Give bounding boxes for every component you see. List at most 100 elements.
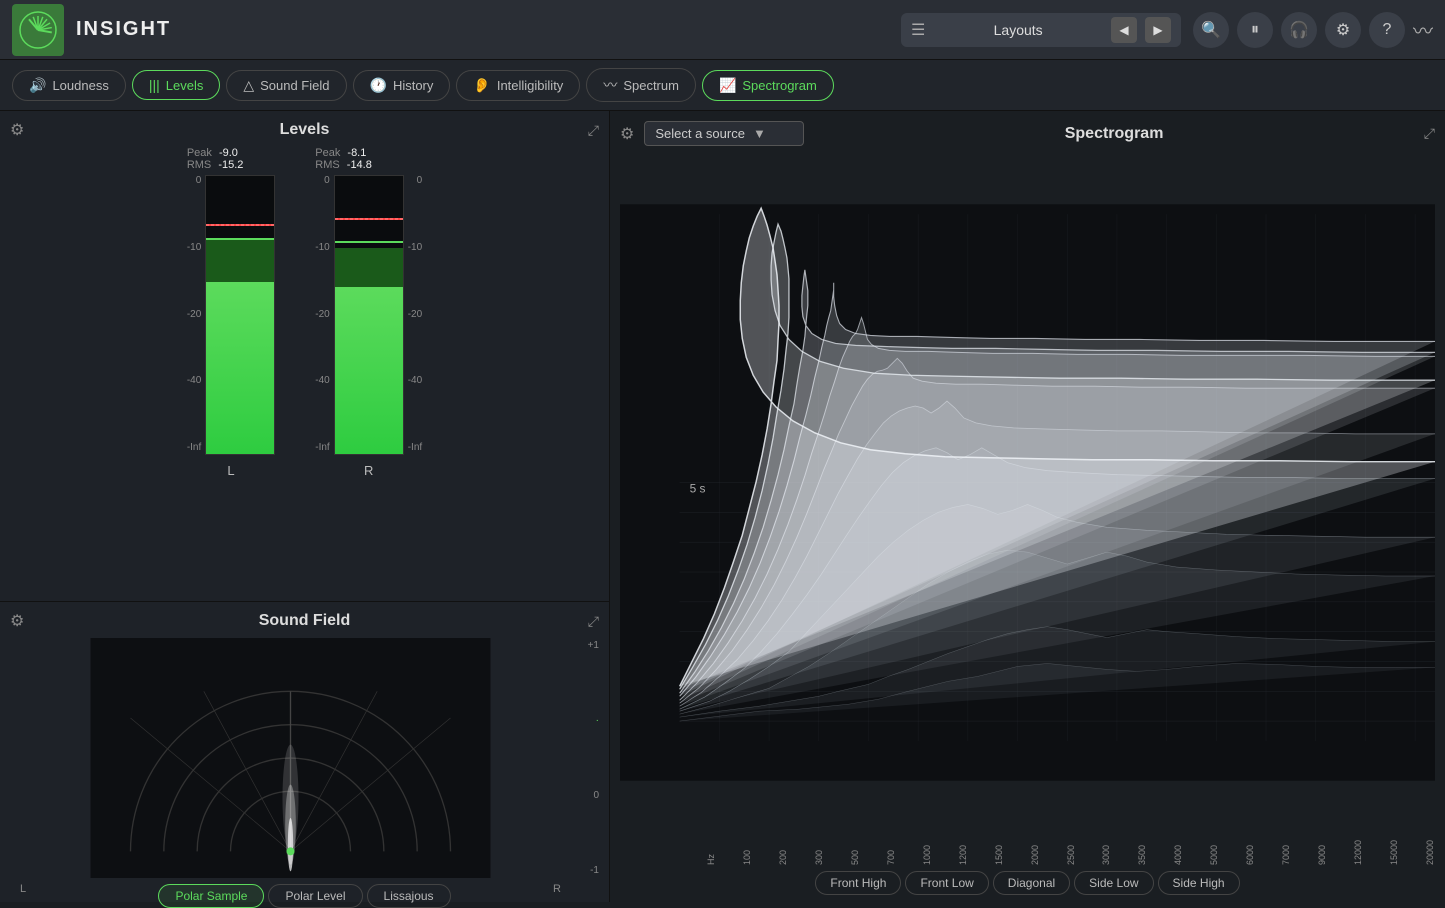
levels-content: Peak -9.0 RMS -15.2 0 -10 -20 [10,147,599,577]
history-icon: 🕐 [370,77,387,94]
freq-700: 700 [860,850,896,865]
tab-spectrogram[interactable]: 📈 Spectrogram [702,70,834,101]
channel-l-stats: Peak -9.0 RMS -15.2 [187,147,275,171]
freq-1000: 1000 [896,845,932,865]
freq-12000: 12000 [1327,840,1363,865]
freq-7000: 7000 [1255,845,1291,865]
rms-value-l: -15.2 [218,159,243,171]
polar-channel-labels: L R [10,883,571,895]
meter-dark-l [206,240,274,282]
peak-label-r: Peak [315,147,340,159]
meter-area-r: 0 -10 -20 -40 -Inf [315,175,422,455]
levels-icon: ||| [149,77,160,93]
scale-labels-l: 0 -10 -20 -40 -Inf [187,175,201,455]
channel-label-r: R [364,463,373,478]
rms-label-r: RMS [315,159,339,171]
tab-intelligibility[interactable]: 👂 Intelligibility [456,70,580,101]
source-select-dropdown[interactable]: Select a source ▼ [644,121,804,146]
channel-label-l: L [227,463,234,478]
spec-tab-side-high[interactable]: Side High [1158,871,1240,895]
dropdown-arrow-icon: ▼ [753,126,766,141]
soundfield-expand-button[interactable]: ⤢ [588,613,599,630]
freq-1500: 1500 [968,845,1004,865]
spec-bottom-tabs: Front High Front Low Diagonal Side Low S… [620,871,1435,895]
scale-zero: 0 [593,790,599,801]
soundfield-header: ⚙ Sound Field ⤢ [10,612,599,630]
spec-tab-side-low[interactable]: Side Low [1074,871,1153,895]
freq-3000: 3000 [1075,845,1111,865]
scale-dot: · [596,715,599,726]
next-layout-button[interactable]: ▶ [1145,17,1171,43]
channel-l: Peak -9.0 RMS -15.2 0 -10 -20 [187,147,275,577]
soundfield-panel: ⚙ Sound Field ⤢ [0,602,609,902]
freq-500: 500 [824,850,860,865]
pause-button[interactable]: ⏸ [1237,12,1273,48]
spec-tab-front-low[interactable]: Front Low [905,871,988,895]
freq-4000: 4000 [1147,845,1183,865]
polar-display: L R [10,638,571,878]
layouts-label: Layouts [933,22,1103,38]
meter-bar-l [205,175,275,455]
spectrogram-svg: 5 s [620,152,1435,833]
channel-r: Peak -8.1 RMS -14.8 0 -10 -20 [315,147,422,577]
levels-expand-button[interactable]: ⤢ [588,122,599,139]
peak-value-l: -9.0 [219,147,238,159]
freq-200: 200 [752,850,788,865]
tab-loudness[interactable]: 🔊 Loudness [12,70,126,101]
soundfield-settings-button[interactable]: ⚙ [10,611,24,631]
spec-settings-button[interactable]: ⚙ [620,124,634,144]
tab-history[interactable]: 🕐 History [353,70,451,101]
levels-header: ⚙ Levels ⤢ [10,121,599,139]
freq-2500: 2500 [1040,845,1076,865]
spec-tab-diagonal[interactable]: Diagonal [993,871,1070,895]
levels-title: Levels [280,121,330,139]
meter-dark-r [335,248,403,287]
menu-icon: ☰ [911,20,925,40]
peak-line-l [206,224,274,226]
spec-tab-front-high[interactable]: Front High [815,871,901,895]
meter-green-l [206,282,274,454]
rms-value-r: -14.8 [347,159,372,171]
freq-300: 300 [788,850,824,865]
left-panel: ⚙ Levels ⤢ Peak -9.0 RMS -15.2 [0,111,610,902]
rms-line-l [206,238,274,240]
scale-plus1: +1 [588,640,599,651]
freq-100: 100 [716,850,752,865]
tab-soundfield[interactable]: △ Sound Field [226,70,346,101]
rms-label-l: RMS [187,159,211,171]
scale-labels-r: 0 -10 -20 -40 -Inf [315,175,329,455]
side-scale: +1 · 0 -1 [579,638,599,878]
levels-settings-button[interactable]: ⚙ [10,120,24,140]
spec-expand-button[interactable]: ⤢ [1424,125,1435,142]
scale-labels-r2: 0 -10 -20 -40 -Inf [408,175,422,455]
source-select-label: Select a source [655,126,745,141]
headphones-button[interactable]: 🎧 [1281,12,1317,48]
tab-levels[interactable]: ||| Levels [132,70,221,100]
polar-label-l: L [20,883,26,895]
freq-1200: 1200 [932,845,968,865]
levels-panel: ⚙ Levels ⤢ Peak -9.0 RMS -15.2 [0,111,609,602]
search-button[interactable]: 🔍 [1193,12,1229,48]
freq-9000: 9000 [1291,845,1327,865]
settings-button[interactable]: ⚙ [1325,12,1361,48]
spec-title: Spectrogram [814,125,1413,143]
meter-bar-r [334,175,404,455]
right-panel: ⚙ Select a source ▼ Spectrogram ⤢ [610,111,1445,902]
spectrum-icon: 〰 [603,75,617,95]
soundfield-title: Sound Field [259,612,351,630]
tab-spectrum[interactable]: 〰 Spectrum [586,68,696,102]
freq-axis: Hz 100 200 300 500 700 1000 1200 1500 20… [620,835,1435,865]
polar-label-r: R [553,883,561,895]
help-button[interactable]: ? [1369,12,1405,48]
time-label: 5 s [690,482,706,496]
header: INSIGHT ☰ Layouts ◀ ▶ 🔍 ⏸ 🎧 ⚙ ? 〰 [0,0,1445,60]
spectrogram-container: 5 s [620,152,1435,833]
prev-layout-button[interactable]: ◀ [1111,17,1137,43]
intelligibility-icon: 👂 [473,77,490,94]
spectrogram-icon: 📈 [719,77,736,94]
header-controls: 🔍 ⏸ 🎧 ⚙ ? 〰 [1193,12,1433,48]
freq-6000: 6000 [1219,845,1255,865]
soundfield-icon: △ [243,77,254,94]
freq-5000: 5000 [1183,845,1219,865]
loudness-icon: 🔊 [29,77,46,94]
